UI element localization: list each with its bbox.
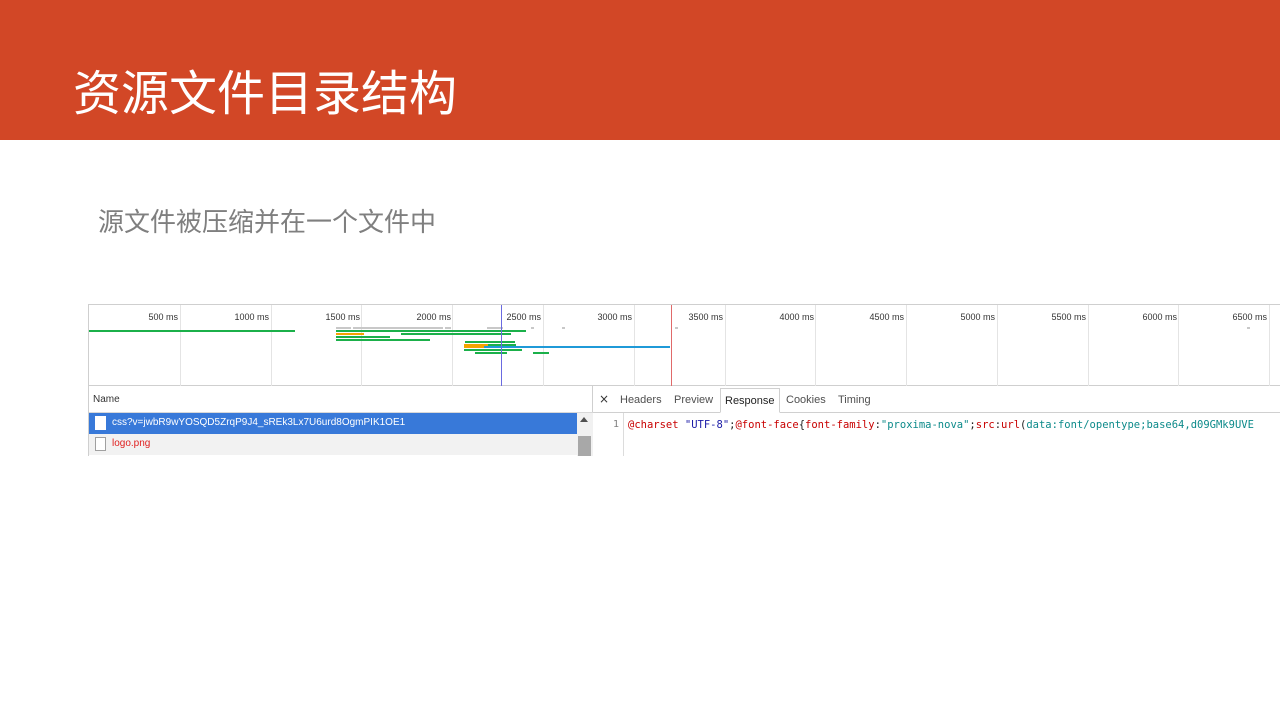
waterfall-bar [464, 349, 522, 351]
name-column-label: Name [93, 394, 120, 405]
tab-timing[interactable]: Timing [838, 394, 871, 406]
tick-label: 2000 ms [416, 312, 451, 322]
waterfall-bar [531, 327, 534, 329]
waterfall-bar [445, 327, 451, 329]
request-list-scrollbar[interactable] [577, 413, 593, 456]
tab-headers[interactable]: Headers [620, 394, 662, 406]
tick-label: 1000 ms [234, 312, 269, 322]
waterfall-bar [89, 330, 295, 332]
document-icon [95, 437, 106, 451]
code-token: "proxima-nova" [880, 419, 970, 431]
document-icon [95, 416, 106, 430]
waterfall-bar [336, 333, 364, 335]
tick-label: 4500 ms [869, 312, 904, 322]
tab-preview[interactable]: Preview [674, 394, 713, 406]
tick-label: 1500 ms [325, 312, 360, 322]
devtools-network-panel: 500 ms 1000 ms 1500 ms 2000 ms 2500 ms 3… [88, 304, 1280, 456]
request-name: logo.png [112, 438, 151, 449]
request-row[interactable]: css?v=jwbR9wYOSQD5ZrqP9J4_sREk3Lx7U6urd8… [89, 413, 577, 434]
waterfall-bar [675, 327, 678, 329]
code-token: "UTF-8" [678, 419, 730, 431]
waterfall-bar [336, 327, 351, 329]
name-column-header[interactable]: Name [89, 386, 593, 413]
waterfall-bar [336, 330, 526, 332]
waterfall-bar [1247, 327, 1250, 329]
response-code-line[interactable]: @charset "UTF-8";@font-face{font-family:… [628, 419, 1254, 431]
waterfall-bar [464, 346, 670, 348]
waterfall-bar [475, 352, 507, 354]
code-token: @font-face [735, 419, 799, 431]
line-number-gutter: 1 [593, 413, 624, 456]
code-token: font-family [805, 419, 875, 431]
close-icon[interactable]: × [599, 392, 609, 406]
code-token: @charset [628, 419, 679, 431]
code-token: data:font/opentype;base64,d09GMk9UVE [1026, 419, 1254, 431]
tab-cookies[interactable]: Cookies [786, 394, 826, 406]
waterfall-bar [401, 333, 511, 335]
load-event-marker [671, 305, 672, 387]
tick-label: 6500 ms [1232, 312, 1267, 322]
scroll-thumb[interactable] [578, 436, 591, 456]
code-token: url [1001, 419, 1021, 431]
code-token: src [975, 419, 995, 431]
scroll-up-arrow-icon[interactable] [580, 417, 588, 422]
request-list: Name css?v=jwbR9wYOSQD5ZrqP9J4_sREk3Lx7U… [88, 386, 593, 456]
timeline-overview[interactable]: 500 ms 1000 ms 1500 ms 2000 ms 2500 ms 3… [88, 304, 1280, 387]
waterfall-bar [464, 346, 484, 348]
request-row[interactable]: logo.png [89, 434, 577, 455]
detail-tab-bar: × Headers Preview Response Cookies Timin… [593, 386, 1280, 413]
tick-label: 4000 ms [779, 312, 814, 322]
tick-label: 6000 ms [1142, 312, 1177, 322]
tick-label: 5000 ms [960, 312, 995, 322]
tick-line [1269, 305, 1270, 387]
request-name: css?v=jwbR9wYOSQD5ZrqP9J4_sREk3Lx7U6urd8… [112, 417, 406, 428]
waterfall-bar [336, 339, 430, 341]
tab-response[interactable]: Response [720, 388, 780, 413]
slide-subtitle: 源文件被压缩并在一个文件中 [98, 208, 437, 238]
tick-label: 500 ms [148, 312, 178, 322]
line-number: 1 [612, 419, 619, 430]
waterfall-bar [336, 336, 390, 338]
tick-label: 3000 ms [597, 312, 632, 322]
tick-label: 5500 ms [1051, 312, 1086, 322]
waterfall-bar [465, 341, 515, 343]
slide-title: 资源文件目录结构 [73, 66, 458, 122]
tick-label: 2500 ms [506, 312, 541, 322]
dom-content-loaded-marker [501, 305, 502, 387]
waterfall-bar [562, 327, 565, 329]
tick-line [361, 305, 362, 387]
waterfall-bar [533, 352, 549, 354]
tick-label: 3500 ms [688, 312, 723, 322]
request-detail-pane: × Headers Preview Response Cookies Timin… [593, 386, 1280, 456]
waterfall-bar [353, 327, 443, 329]
